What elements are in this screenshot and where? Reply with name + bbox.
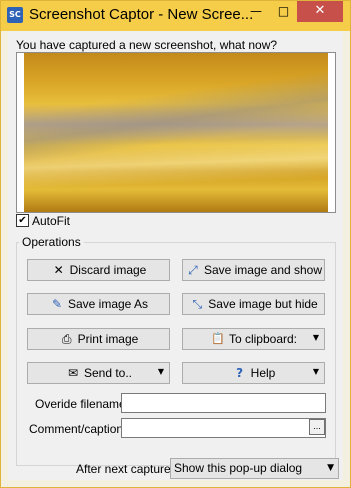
minimize-button[interactable]: — — [242, 1, 270, 22]
save-hide-icon: ⤡ — [192, 297, 203, 311]
help-label: Help — [250, 366, 276, 380]
clipboard-icon: 📋 — [211, 332, 225, 345]
dialog-body: You have captured a new screenshot, what… — [8, 31, 343, 480]
to-clipboard-button[interactable]: 📋 To clipboard: ▼ — [182, 328, 325, 350]
screenshot-image — [24, 53, 328, 212]
window-title: Screenshot Captor - New Scree... — [29, 6, 254, 23]
send-to-label: Send to.. — [83, 366, 133, 380]
comment-browse-button[interactable]: ... — [309, 419, 325, 435]
maximize-button[interactable]: □ — [270, 1, 297, 22]
save-as-icon: ✎ — [51, 297, 62, 311]
autofit-label: AutoFit — [32, 214, 71, 228]
save-image-as-button[interactable]: ✎ Save image As — [27, 293, 170, 315]
print-image-button[interactable]: ⎙ Print image — [27, 328, 170, 350]
print-image-label: Print image — [77, 332, 139, 346]
save-image-as-label: Save image As — [67, 297, 149, 311]
printer-icon: ⎙ — [61, 332, 72, 346]
save-but-hide-label: Save image but hide — [208, 297, 318, 311]
after-capture-value: Show this pop-up dialog — [174, 461, 303, 475]
chevron-down-icon: ▼ — [312, 333, 319, 342]
x-icon: ✕ — [53, 263, 64, 277]
comment-caption-input[interactable] — [121, 418, 326, 438]
to-clipboard-label: To clipboard: — [228, 332, 298, 346]
checkbox-icon[interactable]: ✔ — [16, 214, 29, 227]
operations-legend: Operations — [19, 235, 84, 249]
screenshot-preview[interactable] — [16, 52, 336, 213]
app-icon[interactable]: SC — [7, 7, 23, 23]
title-bar[interactable]: SC Screenshot Captor - New Scree... — □ … — [1, 1, 350, 31]
help-icon: ? — [236, 366, 244, 380]
discard-image-label: Discard image — [69, 263, 147, 277]
help-button[interactable]: ? Help ▼ — [182, 362, 325, 384]
override-filename-input[interactable] — [121, 393, 326, 413]
send-to-button[interactable]: ✉ Send to.. ▼ — [27, 362, 170, 384]
chevron-down-icon: ▼ — [312, 367, 319, 376]
prompt-text: You have captured a new screenshot, what… — [16, 38, 278, 52]
comment-caption-label: Comment/caption: — [29, 422, 127, 436]
after-capture-select[interactable]: Show this pop-up dialog ▼ — [170, 458, 339, 479]
save-and-show-label: Save image and show — [203, 263, 323, 277]
save-show-icon: ⤢ — [188, 263, 198, 277]
chevron-down-icon: ▼ — [327, 463, 334, 473]
close-button[interactable]: ✕ — [297, 1, 343, 22]
main-window: SC Screenshot Captor - New Scree... — □ … — [0, 0, 351, 488]
save-but-hide-button[interactable]: ⤡ Save image but hide — [182, 293, 325, 315]
discard-image-button[interactable]: ✕ Discard image — [27, 259, 170, 281]
chevron-down-icon: ▼ — [157, 367, 164, 376]
send-to-icon: ✉ — [67, 366, 78, 380]
after-capture-label: After next capture: — [76, 462, 175, 476]
override-filename-label: Overide filename: — [35, 397, 130, 411]
save-and-show-button[interactable]: ⤢ Save image and show — [182, 259, 325, 281]
